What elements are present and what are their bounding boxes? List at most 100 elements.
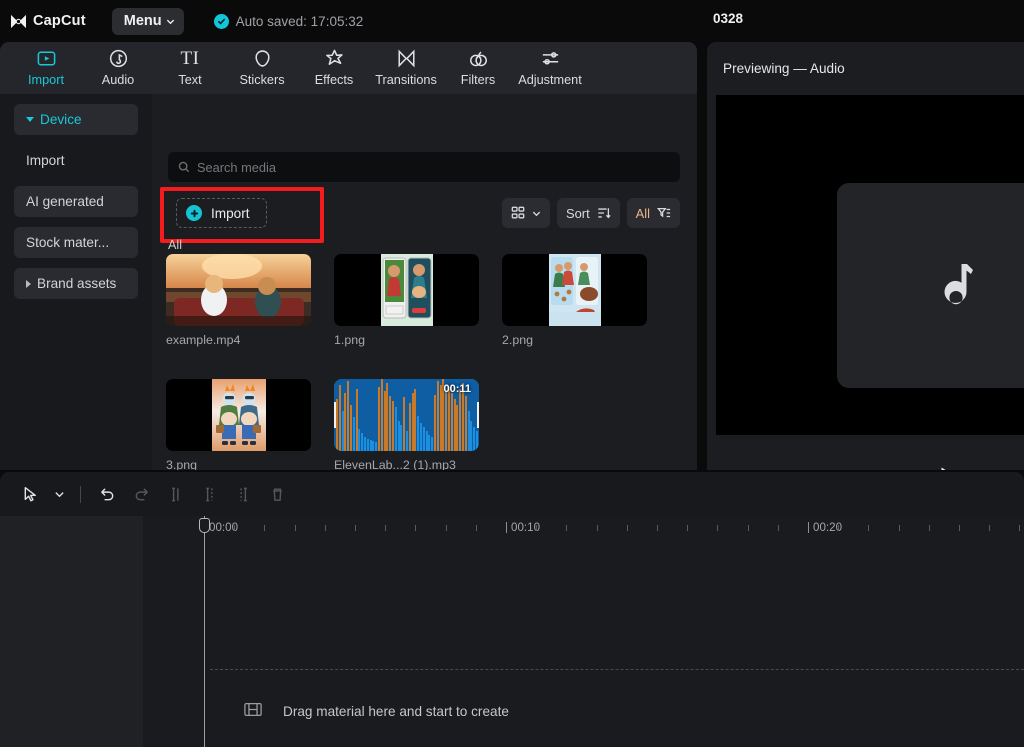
trim-left-icon[interactable] (192, 479, 226, 509)
film-strip-icon (244, 702, 262, 722)
current-timecode: 00:00:00:00 (725, 470, 795, 471)
trim-handle-right[interactable] (477, 402, 479, 428)
capcut-window: CapCut Menu Auto saved: 17:05:32 0328 Im… (0, 0, 1024, 747)
tab-label: Adjustment (518, 73, 582, 87)
toolbar-divider (80, 485, 81, 503)
grid-view-icon (511, 206, 525, 219)
tab-effects[interactable]: Effects (298, 42, 370, 87)
text-ti-icon: TI (180, 47, 200, 69)
sidebar-item-device[interactable]: Device (14, 104, 138, 135)
import-button[interactable]: Import (176, 198, 267, 228)
media-item[interactable]: example.mp4 (166, 254, 311, 347)
preview-canvas[interactable] (716, 95, 1024, 435)
trim-handle-left[interactable] (334, 402, 336, 428)
video-thumbnail-image (166, 254, 311, 326)
playhead[interactable] (199, 516, 210, 747)
ruler-tick (385, 525, 387, 531)
media-item[interactable]: 3.png (166, 379, 311, 470)
total-timecode: 00:00:10:29 (816, 470, 886, 471)
media-filename: 2.png (502, 333, 534, 347)
media-item[interactable]: 1.png (334, 254, 479, 347)
sidebar-item-label: AI generated (26, 194, 104, 209)
redo-icon[interactable] (124, 479, 158, 509)
ruler-tick (415, 525, 417, 531)
media-filename: 3.png (166, 458, 198, 470)
cursor-select-icon[interactable] (13, 479, 47, 509)
media-thumbnail[interactable] (502, 254, 647, 326)
media-thumbnail[interactable] (166, 254, 311, 326)
media-thumbnail-audio[interactable]: 00:11 (334, 379, 479, 451)
dropzone-text: Drag material here and start to create (283, 704, 509, 719)
tab-audio[interactable]: Audio (82, 42, 154, 87)
playhead-handle[interactable] (199, 518, 210, 533)
delete-trash-icon[interactable] (260, 479, 294, 509)
bars-icon[interactable] (901, 469, 921, 470)
trim-right-icon[interactable] (226, 479, 260, 509)
media-filename: example.mp4 (166, 333, 241, 347)
timeline-body: 00:00 00:10 00:20 Drag material here and s… (0, 516, 1024, 747)
sidebar-item-stock-materials[interactable]: Stock mater... (14, 227, 138, 258)
sidebar-item-ai-generated[interactable]: AI generated (14, 186, 138, 217)
tool-chevron-down-icon[interactable] (47, 479, 71, 509)
sticker-icon (252, 47, 273, 70)
ruler-tick (717, 525, 719, 531)
tab-import[interactable]: Import (10, 42, 82, 87)
image-thumbnail-image (548, 254, 601, 326)
audio-duration: 00:11 (443, 383, 471, 395)
sidebar-item-brand-assets[interactable]: Brand assets (14, 268, 138, 299)
chevron-down-icon (532, 211, 541, 216)
audio-note-icon (108, 47, 129, 70)
tab-transitions[interactable]: Transitions (370, 42, 442, 87)
preview-title: Previewing — Audio (723, 61, 845, 76)
tab-label: Transitions (375, 73, 437, 87)
timeline-track-headers (0, 516, 143, 747)
sidebar-item-label: Stock mater... (26, 235, 110, 250)
tab-label: Filters (460, 73, 496, 87)
tab-label: Audio (101, 73, 135, 87)
ruler-tick (506, 522, 507, 533)
timeline-dropzone[interactable]: Drag material here and start to create (210, 669, 1024, 747)
ruler-tick (294, 525, 296, 531)
tab-text[interactable]: TI Text (154, 42, 226, 88)
timeline-tracks[interactable]: 00:00 00:10 00:20 Drag material here and s… (143, 516, 1024, 747)
ruler-tick (898, 525, 900, 531)
search-input[interactable]: Search media (168, 152, 680, 182)
view-mode-button[interactable] (502, 198, 551, 228)
ruler-tick (626, 525, 628, 531)
sidebar-item-label: Device (40, 112, 82, 127)
sort-button[interactable]: Sort (557, 198, 620, 228)
ruler-tick (959, 525, 960, 531)
tab-adjustment[interactable]: Adjustment (514, 42, 586, 87)
tab-filters[interactable]: Filters (442, 42, 514, 87)
filter-button[interactable]: All (626, 198, 680, 228)
autosave-status: Auto saved: 17:05:32 (213, 13, 363, 29)
media-item[interactable]: 2.png (502, 254, 647, 347)
undo-icon[interactable] (90, 479, 124, 509)
menu-button[interactable]: Menu (111, 7, 184, 35)
media-thumbnail[interactable] (166, 379, 311, 451)
timeline-ruler[interactable]: 00:00 00:10 00:20 (143, 516, 1024, 546)
sidebar-item-import[interactable]: Import (14, 145, 138, 176)
play-icon[interactable] (939, 466, 955, 470)
ruler-tick (355, 525, 356, 531)
app-logo: CapCut (10, 13, 86, 29)
preview-controls: 00:00:00:00 / 00:00:10:29 (716, 457, 1024, 470)
media-thumbnail[interactable] (334, 254, 479, 326)
effects-sparkle-icon (324, 47, 345, 70)
tab-label: Import (28, 73, 64, 87)
ruler-tick (657, 525, 658, 531)
ruler-tick (868, 525, 870, 531)
timeline-panel: 00:00 00:10 00:20 Drag material here and s… (0, 472, 1024, 747)
adjustment-sliders-icon (540, 47, 561, 70)
project-title: 0328 (713, 11, 744, 26)
media-filename: ElevenLab...2 (1).mp3 (334, 458, 456, 470)
split-icon[interactable] (158, 479, 192, 509)
import-button-label: Import (211, 205, 250, 221)
preview-panel: Previewing — Audio 00:00:00:00 / 00:00:1… (707, 42, 1024, 470)
sort-label: Sort (566, 205, 590, 221)
media-item[interactable]: 00:11 ElevenLab...2 (1).mp3 (334, 379, 479, 470)
sort-icon (597, 208, 611, 219)
ruler-tick (536, 525, 538, 531)
title-bar: CapCut Menu Auto saved: 17:05:32 0328 (0, 0, 1024, 42)
tab-stickers[interactable]: Stickers (226, 42, 298, 87)
